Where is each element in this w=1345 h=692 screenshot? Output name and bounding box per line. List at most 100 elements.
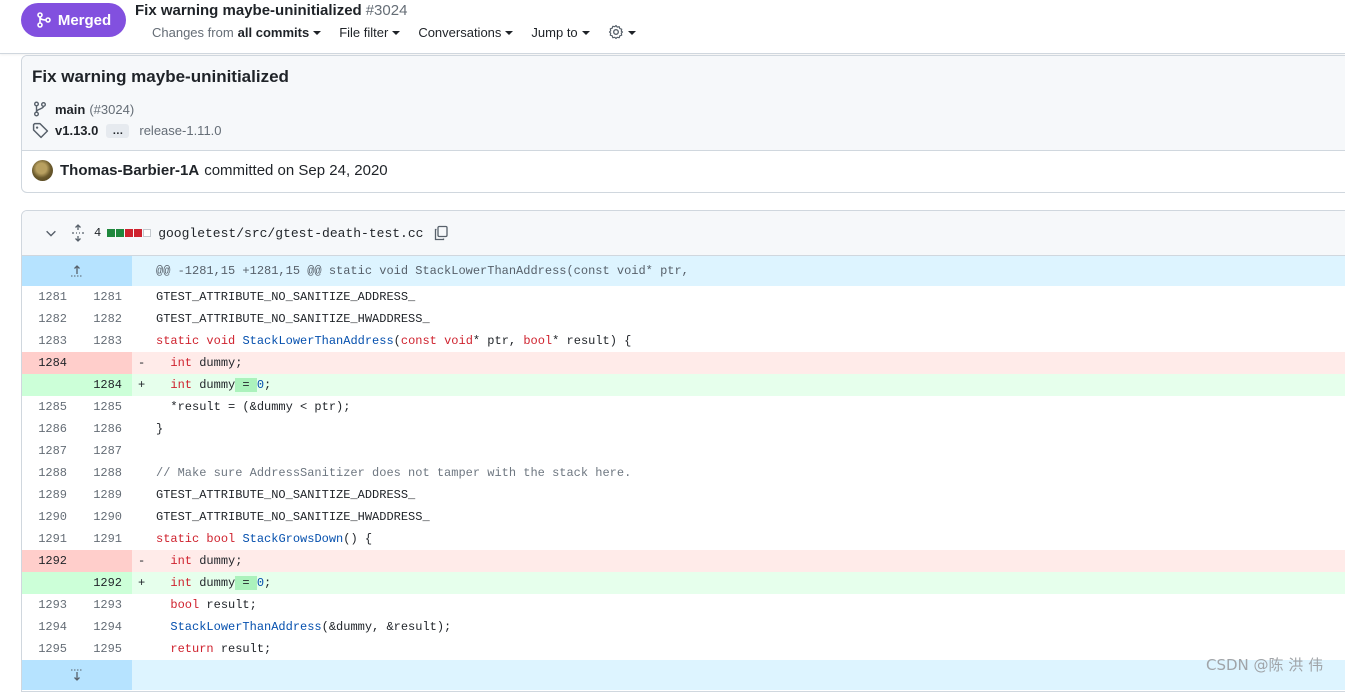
expand-up-button[interactable] — [22, 256, 132, 286]
diff-sign — [132, 616, 156, 638]
code-line: GTEST_ATTRIBUTE_NO_SANITIZE_HWADDRESS_ — [156, 312, 430, 326]
hunk-footer-row — [22, 660, 1345, 690]
changes-from-dropdown[interactable]: Changes from all commits — [152, 24, 322, 40]
commit-title: Fix warning maybe-uninitialized — [32, 67, 289, 86]
diff-row-deletion: 1284 - int dummy; — [22, 352, 1345, 374]
old-line-number[interactable] — [22, 572, 77, 594]
diff-sign — [132, 308, 156, 330]
file-path-link[interactable]: googletest/src/gtest-death-test.cc — [158, 226, 423, 241]
file-change-count: 4 — [94, 226, 102, 240]
new-line-number[interactable]: 1295 — [77, 638, 132, 660]
tag-link[interactable]: v1.13.0 — [55, 123, 98, 138]
old-line-number[interactable]: 1292 — [22, 550, 77, 572]
diff-lines: 1281 1281 GTEST_ATTRIBUTE_NO_SANITIZE_ADDR… — [22, 286, 1345, 660]
old-line-number[interactable] — [22, 374, 77, 396]
new-line-number[interactable]: 1285 — [77, 396, 132, 418]
new-line-number[interactable]: 1294 — [77, 616, 132, 638]
file-diff: 4 googletest/src/gtest-death-test.cc @@ … — [21, 210, 1345, 692]
chevron-down-icon[interactable] — [44, 226, 58, 240]
chevron-down-icon — [313, 30, 322, 35]
chevron-down-icon — [581, 30, 590, 35]
old-line-number[interactable]: 1283 — [22, 330, 77, 352]
code-line: static void StackLowerThanAddress(const … — [156, 334, 632, 348]
diff-sign: - — [138, 356, 146, 370]
new-line-number[interactable]: 1288 — [77, 462, 132, 484]
pr-sticky-header: Merged Fix warning maybe-uninitialized #3… — [0, 0, 1345, 54]
conversations-dropdown[interactable]: Conversations — [418, 25, 514, 40]
diff-row-context: 1291 1291 static bool StackGrowsDown() { — [22, 528, 1345, 550]
author-link[interactable]: Thomas-Barbier-1A — [60, 162, 199, 179]
old-line-number[interactable]: 1295 — [22, 638, 77, 660]
expand-icon[interactable] — [70, 224, 86, 242]
pr-title-text: Fix warning maybe-uninitialized — [135, 2, 362, 19]
diff-sign — [132, 286, 156, 308]
chevron-down-icon — [627, 30, 636, 35]
diff-row-context: 1285 1285 *result = (&dummy < ptr); — [22, 396, 1345, 418]
old-line-number[interactable]: 1293 — [22, 594, 77, 616]
branch-pr-link[interactable]: (#3024) — [89, 102, 134, 117]
commit-card: Fix warning maybe-uninitialized main (#3… — [21, 55, 1345, 193]
code-line: GTEST_ATTRIBUTE_NO_SANITIZE_ADDRESS_ — [156, 488, 416, 502]
new-line-number[interactable]: 1283 — [77, 330, 132, 352]
new-line-number[interactable] — [77, 352, 132, 374]
old-line-number[interactable]: 1290 — [22, 506, 77, 528]
new-line-number[interactable]: 1293 — [77, 594, 132, 616]
code-line: GTEST_ATTRIBUTE_NO_SANITIZE_HWADDRESS_ — [156, 510, 430, 524]
diffstat-neutral-block — [143, 229, 152, 237]
diff-sign — [132, 330, 156, 352]
release-tag-link[interactable]: release-1.11.0 — [139, 123, 221, 138]
copy-icon[interactable] — [433, 225, 449, 241]
old-line-number[interactable]: 1284 — [22, 352, 77, 374]
more-tags-button[interactable]: … — [106, 123, 130, 138]
pr-title: Fix warning maybe-uninitialized #3024 — [135, 2, 407, 19]
hunk-header-text: @@ -1281,15 +1281,15 @@ static void Stac… — [156, 264, 689, 278]
code-line: int dummy = 0; — [170, 576, 272, 590]
new-line-number[interactable]: 1289 — [77, 484, 132, 506]
old-line-number[interactable]: 1288 — [22, 462, 77, 484]
new-line-number[interactable]: 1291 — [77, 528, 132, 550]
pr-number: #3024 — [365, 2, 408, 19]
new-line-number[interactable]: 1282 — [77, 308, 132, 330]
diff-row-context: 1287 1287 — [22, 440, 1345, 462]
file-filter-dropdown[interactable]: File filter — [339, 25, 401, 40]
new-line-number[interactable]: 1281 — [77, 286, 132, 308]
old-line-number[interactable]: 1281 — [22, 286, 77, 308]
avatar[interactable] — [32, 160, 53, 181]
pr-toolbar: Changes from all commits File filter Con… — [152, 24, 654, 40]
diff-sign — [132, 484, 156, 506]
diff-row-context: 1282 1282 GTEST_ATTRIBUTE_NO_SANITIZE_HWAD… — [22, 308, 1345, 330]
file-header: 4 googletest/src/gtest-death-test.cc — [22, 211, 1345, 256]
new-line-number[interactable]: 1286 — [77, 418, 132, 440]
old-line-number[interactable]: 1291 — [22, 528, 77, 550]
diff-row-context: 1288 1288 // Make sure AddressSanitizer do… — [22, 462, 1345, 484]
new-line-number[interactable]: 1284 — [77, 374, 132, 396]
diffstat-del-block — [125, 229, 134, 237]
watermark: CSDN @陈 洪 伟 — [1206, 656, 1324, 674]
diffstat-add-block — [116, 229, 125, 237]
diff-row-context: 1295 1295 return result; — [22, 638, 1345, 660]
new-line-number[interactable]: 1292 — [77, 572, 132, 594]
old-line-number[interactable]: 1294 — [22, 616, 77, 638]
diff-sign: + — [138, 576, 146, 590]
old-line-number[interactable]: 1289 — [22, 484, 77, 506]
diffstat-bar — [107, 229, 152, 237]
git-merge-icon — [37, 12, 51, 28]
git-branch-icon — [34, 101, 46, 117]
old-line-number[interactable]: 1282 — [22, 308, 77, 330]
diff-row-context: 1281 1281 GTEST_ATTRIBUTE_NO_SANITIZE_ADDR… — [22, 286, 1345, 308]
new-line-number[interactable] — [77, 550, 132, 572]
diff-settings-dropdown[interactable] — [608, 24, 636, 40]
new-line-number[interactable]: 1290 — [77, 506, 132, 528]
code-line: } — [156, 422, 164, 436]
old-line-number[interactable]: 1285 — [22, 396, 77, 418]
tag-row: v1.13.0 … release-1.11.0 — [32, 122, 222, 139]
branch-link[interactable]: main — [55, 102, 85, 117]
old-line-number[interactable]: 1287 — [22, 440, 77, 462]
old-line-number[interactable]: 1286 — [22, 418, 77, 440]
new-line-number[interactable]: 1287 — [77, 440, 132, 462]
jump-to-dropdown[interactable]: Jump to — [531, 25, 590, 40]
diff-sign: - — [138, 554, 146, 568]
expand-down-button[interactable] — [22, 660, 132, 690]
code-line: int dummy; — [170, 554, 243, 568]
changes-from-value: all commits — [237, 24, 310, 40]
